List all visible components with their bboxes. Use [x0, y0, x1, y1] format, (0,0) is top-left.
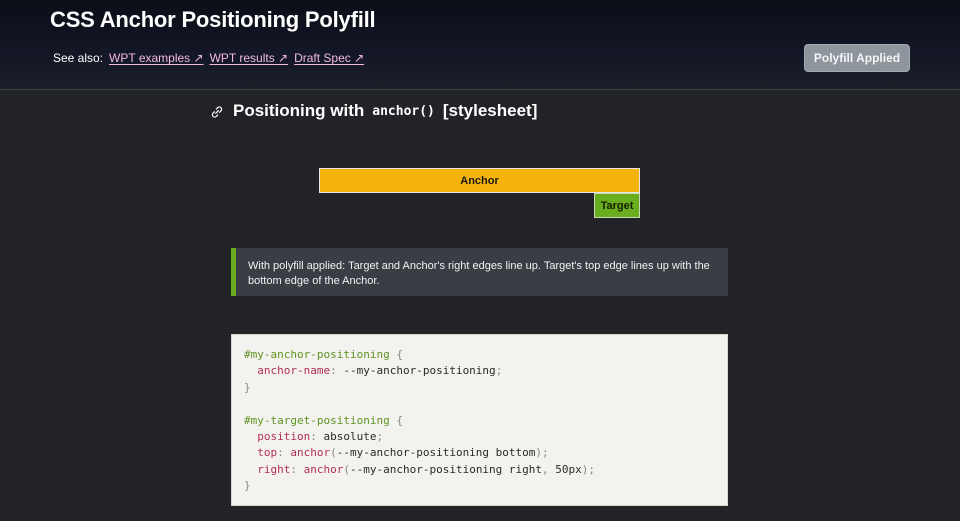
code-line: top: anchor(--my-anchor-positioning bott… — [244, 445, 715, 461]
code-punct: : — [310, 429, 317, 443]
code-value: --my-anchor-positioning bottom — [336, 446, 536, 460]
section-title-code: anchor() — [372, 103, 435, 119]
code-line: anchor-name: --my-anchor-positioning; — [244, 363, 715, 379]
code-punct: ; — [495, 364, 503, 378]
code-line: } — [244, 478, 715, 494]
target-label: Target — [600, 199, 634, 212]
code-property: anchor-name — [257, 364, 331, 378]
code-value: 50px — [548, 462, 582, 476]
code-selector: #my-anchor-positioning — [244, 348, 390, 361]
code-property: position — [257, 429, 311, 443]
code-punct: ( — [343, 462, 350, 476]
section-title-suffix: [stylesheet] — [442, 101, 538, 120]
code-punct: ; — [376, 429, 384, 443]
code-punct: } — [244, 479, 251, 493]
section-title-prefix: Positioning with — [233, 101, 365, 120]
link-wpt-results[interactable]: WPT results ↗ — [210, 51, 289, 65]
code-function: anchor — [297, 462, 344, 476]
code-line: } — [244, 380, 715, 396]
code-function: anchor — [283, 446, 331, 460]
code-line: #my-target-positioning { — [244, 413, 715, 429]
link-wpt-examples[interactable]: WPT examples ↗ — [109, 51, 204, 65]
code-punct: ); — [535, 446, 549, 460]
code-punct: ); — [581, 462, 596, 476]
code-selector: #my-target-positioning — [244, 413, 390, 427]
code-property: top — [257, 446, 278, 460]
code-value: --my-anchor-positioning — [336, 364, 496, 378]
code-line: right: anchor(--my-anchor-positioning ri… — [244, 462, 715, 478]
code-punct: : — [290, 462, 297, 476]
code-punct: : — [330, 364, 337, 378]
code-punct: { — [389, 348, 403, 361]
see-also-links: See also: WPT examples ↗ WPT results ↗ D… — [53, 51, 364, 65]
see-also-label: See also: — [53, 51, 104, 65]
code-punct: { — [389, 413, 403, 427]
link-draft-spec[interactable]: Draft Spec ↗ — [294, 51, 364, 65]
code-line: #my-anchor-positioning { — [244, 347, 715, 363]
polyfill-applied-button[interactable]: Polyfill Applied — [804, 44, 910, 72]
link-icon[interactable] — [210, 104, 224, 118]
code-block: #my-anchor-positioning { anchor-name: --… — [231, 334, 728, 506]
code-punct: : — [277, 446, 284, 460]
code-punct: } — [244, 380, 251, 394]
code-value: --my-anchor-positioning right — [349, 462, 543, 476]
code-value: absolute — [316, 429, 377, 443]
page-title: CSS Anchor Positioning Polyfill — [50, 7, 376, 32]
code-property: right — [257, 462, 291, 476]
code-punct: ( — [330, 446, 337, 460]
explanation-note: With polyfill applied: Target and Anchor… — [231, 248, 728, 296]
code-line: position: absolute; — [244, 429, 715, 445]
note-text: With polyfill applied: Target and Anchor… — [248, 260, 710, 287]
anchor-box: Anchor — [319, 168, 640, 193]
section-heading: Positioning with anchor() [stylesheet] — [210, 101, 537, 121]
target-box: Target — [594, 193, 640, 218]
anchor-label: Anchor — [460, 174, 499, 187]
code-punct: , — [542, 462, 549, 476]
page-header: CSS Anchor Positioning Polyfill See also… — [0, 0, 960, 90]
